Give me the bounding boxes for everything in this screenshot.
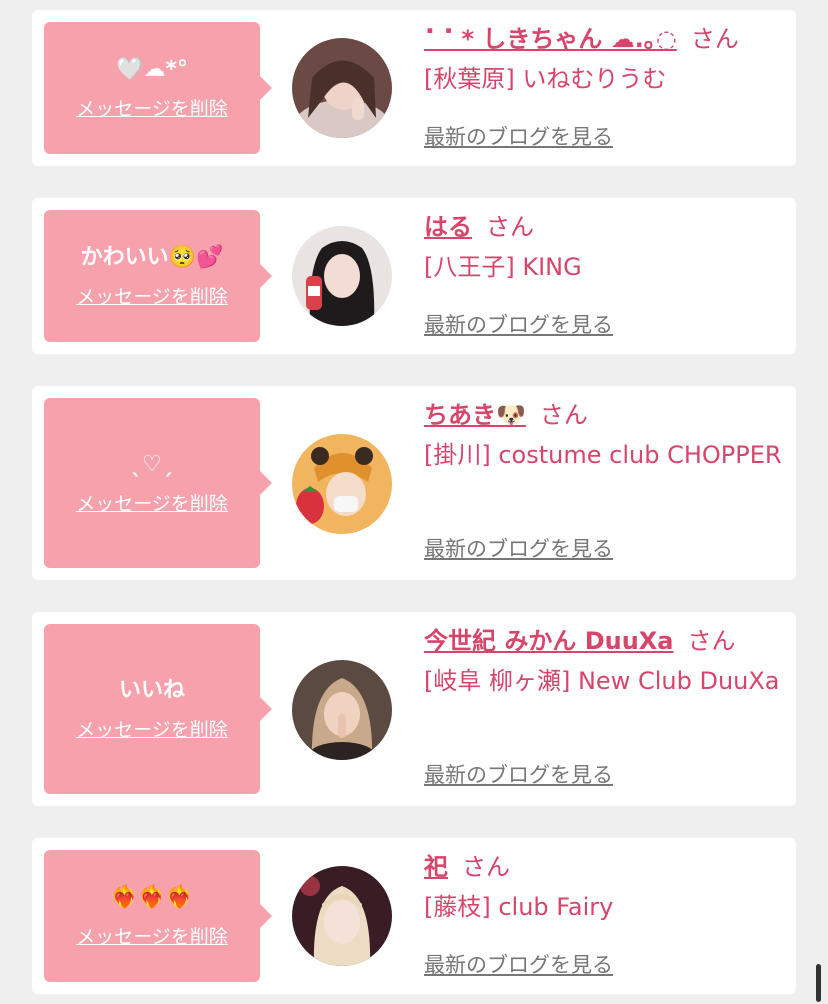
delete-message-link[interactable]: メッセージを削除 (76, 492, 228, 516)
message-card: いいね メッセージを削除 今世紀 みかん DuuXa さん [岐阜 柳ヶ瀬] Ne… (32, 612, 796, 806)
avatar[interactable] (292, 38, 392, 138)
message-text: ˎ♡ˏ (131, 452, 173, 477)
latest-blog-link[interactable]: 最新のブログを見る (424, 124, 613, 150)
girl-name-link[interactable]: はる (424, 213, 472, 241)
avatar[interactable] (292, 660, 392, 760)
name-line: 祀さん (424, 850, 782, 884)
message-bubble: かわいい🥺💕 メッセージを削除 (44, 210, 272, 342)
honorific: さん (687, 627, 736, 655)
latest-blog-link[interactable]: 最新のブログを見る (424, 536, 613, 562)
message-card: かわいい🥺💕 メッセージを削除 はる さん [八王子] KING 最新のブログを見… (32, 198, 796, 354)
message-card: ˎ♡ˏ メッセージを削除 ちあき🐶 さん [掛川] costume club CH… (32, 386, 796, 580)
honorific: さん (690, 25, 739, 53)
latest-blog-link[interactable]: 最新のブログを見る (424, 952, 613, 978)
girl-name-link[interactable]: 祀 (424, 853, 448, 881)
shop-name: [八王子] KING (424, 253, 582, 281)
name-line: はる さん (424, 210, 782, 244)
name-line: ⠁⠁* しきちゃん ☁.｡◌ さん (424, 22, 782, 56)
girl-info: ⠁⠁* しきちゃん ☁.｡◌ さん [秋葉原] いねむりうむ (424, 22, 782, 98)
name-line: ちあき🐶 さん (424, 398, 782, 432)
shop-name: [掛川] costume club CHOPPER (424, 441, 782, 469)
delete-message-link[interactable]: メッセージを削除 (76, 718, 228, 742)
girl-name-link[interactable]: ちあき🐶 (424, 401, 526, 429)
scrollbar[interactable] (816, 964, 821, 1002)
message-text: かわいい🥺💕 (80, 245, 224, 270)
message-bubble: いいね メッセージを削除 (44, 624, 272, 794)
delete-message-link[interactable]: メッセージを削除 (76, 285, 228, 309)
shop-name: [藤枝] club Fairy (424, 893, 614, 921)
message-card: 🤍☁*° メッセージを削除 ⠁⠁* しきちゃん ☁.｡◌ さん [秋葉原] いねむ… (32, 10, 796, 166)
message-text: 🤍☁*° (116, 57, 188, 82)
latest-blog-link[interactable]: 最新のブログを見る (424, 312, 613, 338)
girl-info: 祀さん [藤枝] club Fairy (424, 850, 782, 926)
message-list: 🤍☁*° メッセージを削除 ⠁⠁* しきちゃん ☁.｡◌ さん [秋葉原] いねむ… (0, 0, 828, 1004)
honorific: さん (486, 213, 534, 241)
avatar[interactable] (292, 866, 392, 966)
avatar[interactable] (292, 434, 392, 534)
girl-name-link[interactable]: ⠁⠁* しきちゃん ☁.｡◌ (424, 25, 677, 53)
latest-blog-link[interactable]: 最新のブログを見る (424, 762, 613, 788)
message-card: ❤️‍🔥❤️‍🔥❤️‍🔥 メッセージを削除 祀さん [藤枝] club Fair… (32, 838, 796, 994)
message-text: いいね (118, 678, 185, 703)
message-text: ❤️‍🔥❤️‍🔥❤️‍🔥 (110, 885, 194, 910)
shop-name: [岐阜 柳ヶ瀬] New Club DuuXa (424, 667, 780, 695)
girl-info: はる さん [八王子] KING (424, 210, 782, 286)
delete-message-link[interactable]: メッセージを削除 (76, 925, 228, 949)
name-line: 今世紀 みかん DuuXa さん (424, 624, 782, 658)
shop-name: [秋葉原] いねむりうむ (424, 65, 667, 93)
girl-info: 今世紀 みかん DuuXa さん [岐阜 柳ヶ瀬] New Club DuuXa (424, 624, 782, 700)
message-bubble: 🤍☁*° メッセージを削除 (44, 22, 272, 154)
girl-name-link[interactable]: 今世紀 みかん DuuXa (424, 627, 674, 655)
message-bubble: ❤️‍🔥❤️‍🔥❤️‍🔥 メッセージを削除 (44, 850, 272, 982)
message-bubble: ˎ♡ˏ メッセージを削除 (44, 398, 272, 568)
honorific: さん (539, 401, 588, 429)
honorific: さん (462, 853, 510, 881)
delete-message-link[interactable]: メッセージを削除 (76, 97, 228, 121)
avatar[interactable] (292, 226, 392, 326)
girl-info: ちあき🐶 さん [掛川] costume club CHOPPER (424, 398, 782, 474)
